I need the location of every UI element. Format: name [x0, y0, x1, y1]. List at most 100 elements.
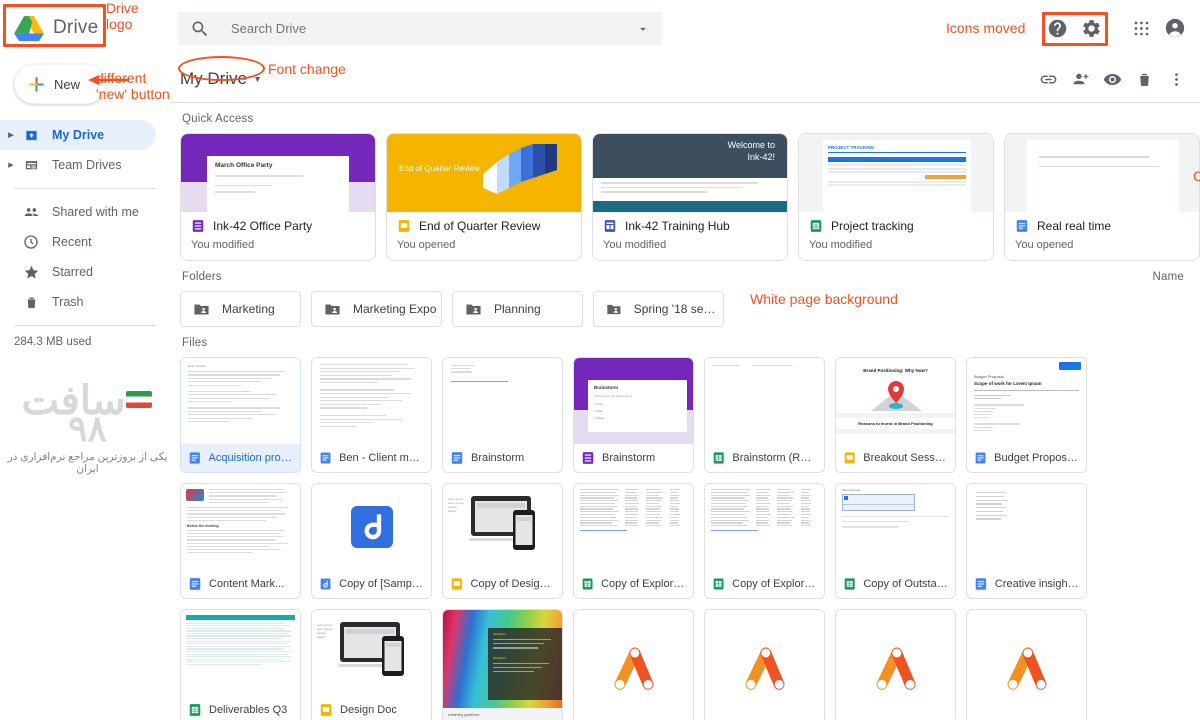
file-thumbnail: Brand Positioning: Why Now? Reasons to In… — [836, 358, 955, 444]
file-card[interactable]: Dear Charles, Acquisition prop... — [180, 357, 301, 473]
file-name: Project tracking — [831, 219, 914, 233]
chevron-down-icon[interactable] — [636, 22, 650, 36]
more-vertical-icon[interactable] — [1160, 63, 1192, 95]
star-icon — [18, 264, 44, 281]
sidebar-item-my-drive[interactable]: ▶ My Drive — [0, 120, 156, 150]
preview-eye-icon[interactable] — [1096, 63, 1128, 95]
file-footer: Ben - Client mee... — [312, 444, 431, 472]
top-right-icons — [1040, 0, 1192, 56]
drive-logo-zone[interactable]: Drive — [0, 0, 170, 56]
file-name: Brainstorm — [471, 452, 525, 464]
file-name: Copy of Explore ... — [601, 578, 686, 590]
top-bar: Drive — [0, 0, 1200, 56]
file-footer: Brainstorm — [443, 444, 562, 472]
file-card[interactable]: Before the meeting Content Mark... — [180, 483, 301, 599]
quick-access-card[interactable]: Real real time You opened — [1004, 133, 1200, 261]
search-input[interactable] — [231, 21, 636, 36]
file-name: Design Doc — [340, 704, 397, 716]
file-card[interactable]: Brainstorm — [442, 357, 563, 473]
thumbnail-site-dark: Welcome to Ink-42! — [593, 134, 787, 212]
file-card[interactable] — [573, 609, 694, 720]
quick-access-card[interactable]: End of Quarter Review End of Quarter Rev… — [386, 133, 582, 261]
shared-with-me-icon — [18, 204, 44, 221]
file-footer: Copy of Design ... — [443, 570, 562, 598]
sidebar-item-team-drives[interactable]: ▶ Team Drives — [0, 150, 156, 180]
help-icon[interactable] — [1040, 11, 1074, 45]
sidebar-item-shared-with-me[interactable]: Shared with me — [0, 197, 156, 227]
file-card[interactable] — [966, 609, 1087, 720]
folder-shared-icon — [607, 304, 621, 314]
file-card[interactable] — [704, 609, 825, 720]
file-thumbnail: Lorem ipsum dolor sit amet consect adipisc — [312, 610, 431, 696]
quick-access-meta: Ink-42 Training Hub You modified — [593, 212, 787, 260]
file-name: Ink-42 Office Party — [213, 219, 313, 233]
file-thumbnail — [967, 610, 1086, 720]
file-card[interactable]: Lorem ipsum dolor sit amet consect adipisc C… — [442, 483, 563, 599]
get-link-icon[interactable] — [1032, 63, 1064, 95]
folder-item[interactable]: Planning — [452, 291, 583, 327]
file-name: Budget Proposal... — [994, 452, 1079, 464]
add-people-icon[interactable] — [1064, 63, 1096, 95]
docs-icon — [320, 452, 331, 464]
file-card[interactable]: Brainstorm (Res... — [704, 357, 825, 473]
file-thumbnail: Dear Charles, — [181, 358, 300, 444]
file-card[interactable]: Copy of [Sample... — [311, 483, 432, 599]
docs-icon — [189, 452, 200, 464]
folder-item[interactable]: Marketing Expo — [311, 291, 442, 327]
file-card[interactable]: Sections Sections e-learning guidelines — [442, 609, 563, 720]
watermark-number: ۹۸ — [68, 408, 107, 449]
file-card[interactable]: Lorem ipsum dolor sit amet consect adipisc D… — [311, 609, 432, 720]
file-card[interactable]: Sheet Summary Copy of Outstan... — [835, 483, 956, 599]
settings-gear-icon[interactable] — [1074, 11, 1108, 45]
sidebar-item-recent[interactable]: Recent — [0, 227, 156, 257]
file-card[interactable]: Brand Positioning: Why Now? Reasons to In… — [835, 357, 956, 473]
new-button[interactable]: New — [14, 64, 106, 104]
expand-arrow-icon[interactable]: ▶ — [4, 131, 18, 139]
file-card[interactable]: Copy of Explore ... — [704, 483, 825, 599]
quick-access-meta: End of Quarter Review You opened — [387, 212, 581, 260]
file-name: Copy of [Sample... — [339, 578, 424, 590]
quick-access-title-row: Real real time — [1015, 219, 1189, 233]
quick-access-card[interactable]: March Office Party March Office Party — [180, 133, 376, 261]
remove-trash-icon[interactable] — [1128, 63, 1160, 95]
file-card[interactable]: Deliverables Q3 — [180, 609, 301, 720]
quick-access-card[interactable]: Welcome to Ink-42! Ink-42 Training Hub Y… — [592, 133, 788, 261]
file-thumbnail: Brainstorm Choose your favorite options ☐ … — [574, 358, 693, 444]
quick-access-card[interactable]: PROJECT TRACKING Project tracking You mo… — [798, 133, 994, 261]
slides-icon — [398, 220, 410, 232]
slides-icon — [451, 578, 462, 590]
thumbnail-doc-plain — [1005, 134, 1199, 212]
file-status: You modified — [809, 239, 873, 251]
file-card[interactable]: Brainstorm Choose your favorite options ☐ … — [573, 357, 694, 473]
file-status: You modified — [603, 239, 667, 251]
name-column-header[interactable]: Name — [1153, 271, 1184, 283]
apps-grid-icon[interactable] — [1124, 11, 1158, 45]
sidebar-item-trash[interactable]: Trash — [0, 287, 156, 317]
file-card[interactable] — [835, 609, 956, 720]
search-bar[interactable] — [178, 12, 662, 45]
sidebar-label: My Drive — [52, 128, 105, 142]
sidebar-label: Team Drives — [52, 158, 122, 172]
folder-shared-icon — [325, 304, 340, 314]
thumb-art — [483, 144, 557, 194]
breadcrumb-bar: My Drive ▼ — [170, 56, 1200, 102]
quick-access-title-row: Ink-42 Office Party — [191, 219, 365, 233]
file-card[interactable]: Copy of Explore ... — [573, 483, 694, 599]
file-card[interactable]: Budget Proposal Scope of work for Lorem I… — [966, 357, 1087, 473]
expand-arrow-icon[interactable]: ▶ — [4, 161, 18, 169]
chevron-down-icon[interactable]: ▼ — [253, 74, 262, 84]
folder-item[interactable]: Marketing — [180, 291, 301, 327]
breadcrumb[interactable]: My Drive ▼ — [180, 69, 262, 89]
sidebar-item-starred[interactable]: Starred — [0, 257, 156, 287]
folder-item[interactable]: Spring '18 seme... — [593, 291, 724, 327]
storage-usage[interactable]: 284.3 MB used — [0, 336, 170, 348]
file-card[interactable]: Creative insight... — [966, 483, 1087, 599]
file-footer: Copy of Explore ... — [574, 570, 693, 598]
sites-icon — [604, 220, 616, 232]
quick-access-title-row: End of Quarter Review — [397, 219, 571, 233]
file-card[interactable]: Ben - Client mee... — [311, 357, 432, 473]
account-avatar-icon[interactable] — [1158, 11, 1192, 45]
slides-icon — [844, 452, 855, 464]
thumbnail-form-purple: March Office Party March Office Party — [181, 134, 375, 212]
file-name: Brainstorm — [602, 452, 656, 464]
